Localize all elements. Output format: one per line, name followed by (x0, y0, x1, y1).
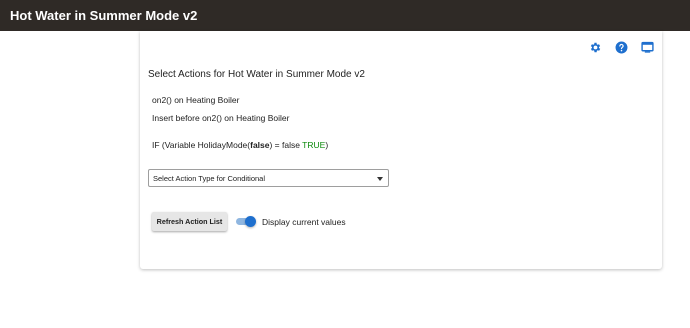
card-toolbar (576, 40, 654, 54)
condition-value: false (250, 140, 270, 150)
action-type-select[interactable]: Select Action Type for Conditional (148, 169, 389, 187)
display-values-label: Display current values (262, 217, 346, 227)
action-line-insert[interactable]: Insert before on2() on Heating Boiler (152, 113, 290, 123)
action-type-select-value: Select Action Type for Conditional (153, 173, 266, 183)
gear-icon[interactable] (589, 41, 602, 54)
refresh-action-list-button[interactable]: Refresh Action List (152, 212, 227, 231)
condition-line[interactable]: IF (Variable HolidayMode(false) = false … (152, 140, 328, 150)
condition-prefix: IF (Variable HolidayMode( (152, 140, 251, 150)
actions-card: Select Actions for Hot Water in Summer M… (140, 31, 662, 269)
condition-result: TRUE (302, 140, 326, 150)
display-values-toggle[interactable] (236, 216, 256, 228)
chevron-down-icon (377, 177, 383, 181)
monitor-icon[interactable] (641, 41, 654, 54)
condition-middle: ) = false (269, 140, 303, 150)
toggle-thumb (245, 216, 256, 227)
help-icon[interactable] (615, 41, 628, 54)
action-line-on2[interactable]: on2() on Heating Boiler (152, 95, 239, 105)
condition-suffix: ) (325, 140, 329, 150)
card-heading: Select Actions for Hot Water in Summer M… (148, 69, 365, 80)
app-header: Hot Water in Summer Mode v2 (0, 0, 690, 31)
app-title: Hot Water in Summer Mode v2 (10, 8, 198, 23)
